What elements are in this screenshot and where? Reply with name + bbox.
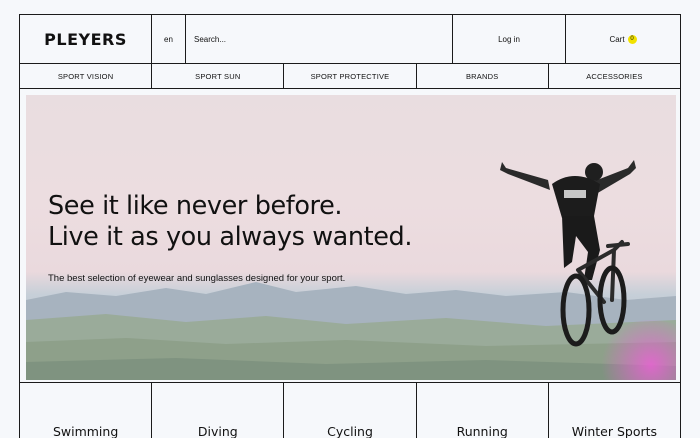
nav-item-brands[interactable]: BRANDS bbox=[417, 64, 549, 88]
category-card-winter-sports[interactable]: Winter Sports bbox=[549, 383, 680, 438]
cart-label: Cart bbox=[609, 34, 625, 44]
sport-categories: Swimming Diving Cycling Running Winter S… bbox=[20, 382, 680, 438]
cart-button[interactable]: Cart 0 bbox=[566, 15, 680, 63]
language-selector[interactable]: en bbox=[152, 15, 186, 63]
search-input[interactable] bbox=[194, 34, 434, 44]
category-card-swimming[interactable]: Swimming bbox=[20, 383, 153, 438]
page-frame: PLEYERS en Log in Cart 0 SPORT VISION SP… bbox=[19, 14, 681, 438]
cart-count-badge: 0 bbox=[627, 34, 637, 44]
nav-item-sport-vision[interactable]: SPORT VISION bbox=[20, 64, 153, 88]
category-label: Cycling bbox=[327, 424, 373, 438]
login-button[interactable]: Log in bbox=[453, 15, 566, 63]
hero-subtitle: The best selection of eyewear and sungla… bbox=[48, 273, 346, 284]
category-label: Running bbox=[456, 424, 508, 438]
hero-banner: See it like never before. Live it as you… bbox=[26, 95, 676, 380]
search-box[interactable] bbox=[186, 15, 453, 63]
nav-item-sport-sun[interactable]: SPORT SUN bbox=[152, 64, 285, 88]
hero-headline: See it like never before. Live it as you… bbox=[48, 191, 412, 253]
category-card-cycling[interactable]: Cycling bbox=[284, 383, 417, 438]
login-label: Log in bbox=[498, 34, 520, 44]
logo-cell[interactable]: PLEYERS bbox=[20, 15, 152, 63]
category-card-diving[interactable]: Diving bbox=[152, 383, 285, 438]
category-card-running[interactable]: Running bbox=[417, 383, 549, 438]
nav-item-accessories[interactable]: ACCESSORIES bbox=[549, 64, 680, 88]
site-header: PLEYERS en Log in Cart 0 bbox=[20, 15, 680, 64]
category-label: Swimming bbox=[52, 424, 119, 438]
category-nav: SPORT VISION SPORT SUN SPORT PROTECTIVE … bbox=[20, 64, 680, 89]
mountain-biker-image bbox=[500, 160, 636, 347]
hero-headline-line-1: See it like never before. bbox=[48, 191, 343, 221]
site-logo[interactable]: PLEYERS bbox=[44, 30, 127, 49]
hero-headline-line-2: Live it as you always wanted. bbox=[48, 222, 413, 252]
category-label: Diving bbox=[197, 424, 238, 438]
nav-item-sport-protective[interactable]: SPORT PROTECTIVE bbox=[284, 64, 417, 88]
category-label: Winter Sports bbox=[571, 424, 658, 438]
